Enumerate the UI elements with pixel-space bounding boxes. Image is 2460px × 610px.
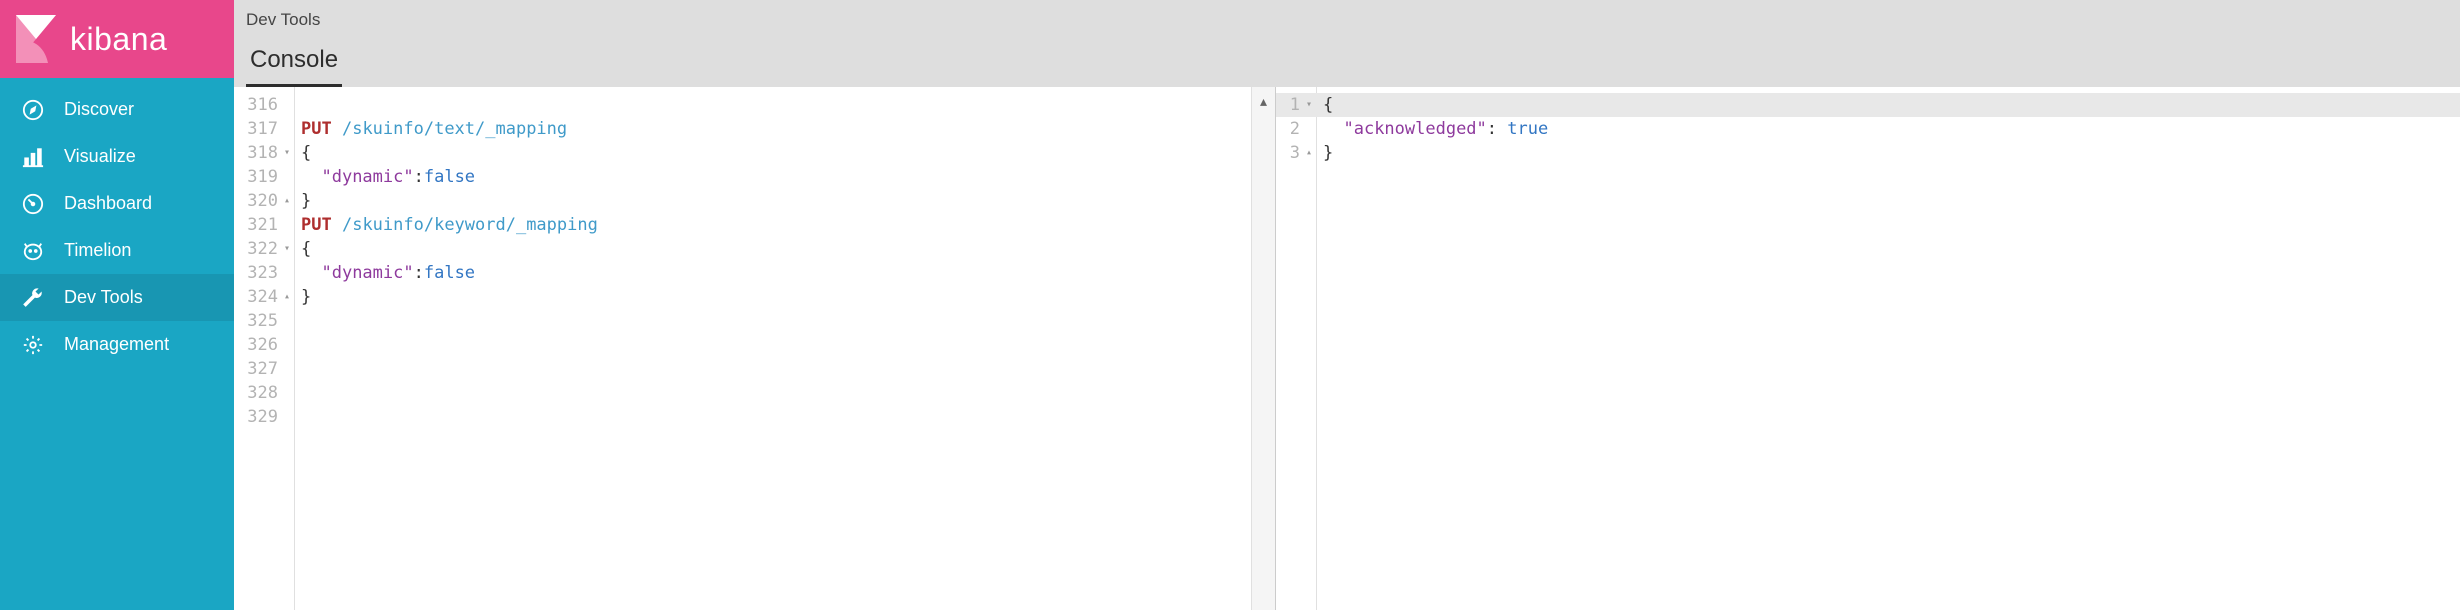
brand-name: kibana (70, 21, 167, 58)
sidebar-item-label: Visualize (64, 146, 136, 167)
request-code[interactable]: PUT /skuinfo/text/_mapping { "dynamic":f… (295, 87, 1251, 610)
sidebar-item-management[interactable]: Management (0, 321, 234, 368)
sidebar: kibana Discover Visualize Dashboard (0, 0, 234, 610)
compass-icon (22, 99, 44, 121)
sidebar-item-dashboard[interactable]: Dashboard (0, 180, 234, 227)
sidebar-item-label: Dashboard (64, 193, 152, 214)
kibana-logo-icon (16, 15, 56, 63)
tabs: Console (246, 40, 2448, 87)
sidebar-item-label: Discover (64, 99, 134, 120)
wrench-icon (22, 287, 44, 309)
fold-icon[interactable]: ▴ (1302, 141, 1312, 165)
response-code[interactable]: { "acknowledged": true } (1317, 87, 2460, 610)
sidebar-nav: Discover Visualize Dashboard Timelion (0, 78, 234, 610)
scroll-up-icon[interactable]: ▴ (1260, 93, 1267, 610)
sidebar-item-discover[interactable]: Discover (0, 86, 234, 133)
bar-chart-icon (22, 146, 44, 168)
header: Dev Tools Console (234, 0, 2460, 87)
fold-icon[interactable]: ▾ (1302, 93, 1312, 117)
main-content: Dev Tools Console 316 317 318▾ 319 320▴ … (234, 0, 2460, 610)
response-editor[interactable]: 1▾ 2 3▴ { "acknowledged": true } (1276, 87, 2460, 610)
request-editor[interactable]: 316 317 318▾ 319 320▴ 321 322▾ 323 324▴ … (234, 87, 1276, 610)
sidebar-item-timelion[interactable]: Timelion (0, 227, 234, 274)
fold-icon[interactable]: ▴ (280, 285, 290, 309)
fold-icon[interactable]: ▾ (280, 141, 290, 165)
request-gutter: 316 317 318▾ 319 320▴ 321 322▾ 323 324▴ … (234, 87, 294, 610)
timelion-icon (22, 240, 44, 262)
tab-console[interactable]: Console (246, 40, 342, 87)
response-gutter: 1▾ 2 3▴ (1276, 87, 1316, 610)
fold-icon[interactable]: ▾ (280, 237, 290, 261)
sidebar-item-label: Management (64, 334, 169, 355)
sidebar-item-visualize[interactable]: Visualize (0, 133, 234, 180)
breadcrumb: Dev Tools (246, 6, 2448, 40)
editors: 316 317 318▾ 319 320▴ 321 322▾ 323 324▴ … (234, 87, 2460, 610)
logo-bar[interactable]: kibana (0, 0, 234, 78)
sidebar-item-devtools[interactable]: Dev Tools (0, 274, 234, 321)
fold-icon[interactable]: ▴ (280, 189, 290, 213)
sidebar-item-label: Timelion (64, 240, 131, 261)
request-scrollbar[interactable]: ▴ (1251, 87, 1275, 610)
gear-icon (22, 334, 44, 356)
sidebar-item-label: Dev Tools (64, 287, 143, 308)
gauge-icon (22, 193, 44, 215)
